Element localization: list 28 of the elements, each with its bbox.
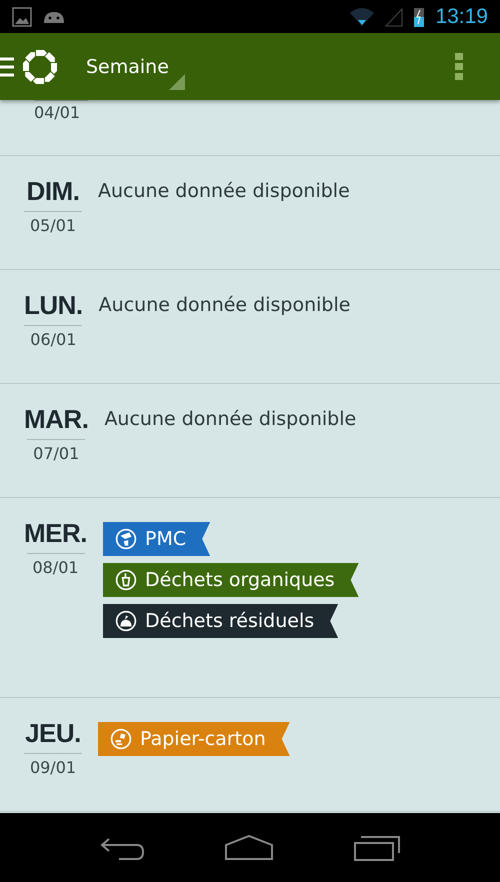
paper-icon [110, 728, 132, 750]
status-time: 13:19 [435, 4, 488, 28]
day-date: 08/01 [26, 553, 84, 577]
week-selector[interactable]: Semaine [86, 56, 169, 78]
day-date: 05/01 [24, 211, 82, 235]
waste-tag[interactable]: PMC [103, 522, 210, 556]
waste-tag[interactable]: Déchets organiques [103, 563, 359, 597]
recent-apps-icon[interactable] [352, 834, 401, 860]
no-data-text: Aucune donnée disponible [98, 180, 350, 204]
bin-icon [115, 569, 137, 591]
battery-icon [413, 6, 426, 28]
image-icon [12, 6, 32, 26]
day-date: 04/01 [34, 100, 88, 122]
day-name: MER. [24, 518, 87, 549]
day-name: MAR. [24, 404, 88, 435]
day-name: LUN. [24, 290, 83, 321]
waste-tag[interactable]: Déchets résiduels [103, 604, 338, 638]
day-date: 09/01 [24, 753, 82, 777]
overflow-menu-icon[interactable] [455, 52, 463, 80]
signal-icon [385, 6, 404, 26]
day-name: JEU. [25, 718, 81, 749]
day-name: DIM. [26, 176, 80, 207]
day-date: 07/01 [27, 439, 86, 463]
day-date: 06/01 [24, 325, 82, 349]
no-data-text: Aucune donnée disponible [98, 294, 350, 318]
wifi-icon [349, 6, 376, 26]
no-data-text: Aucune donnée disponible [104, 408, 356, 432]
home-icon[interactable] [224, 834, 274, 860]
